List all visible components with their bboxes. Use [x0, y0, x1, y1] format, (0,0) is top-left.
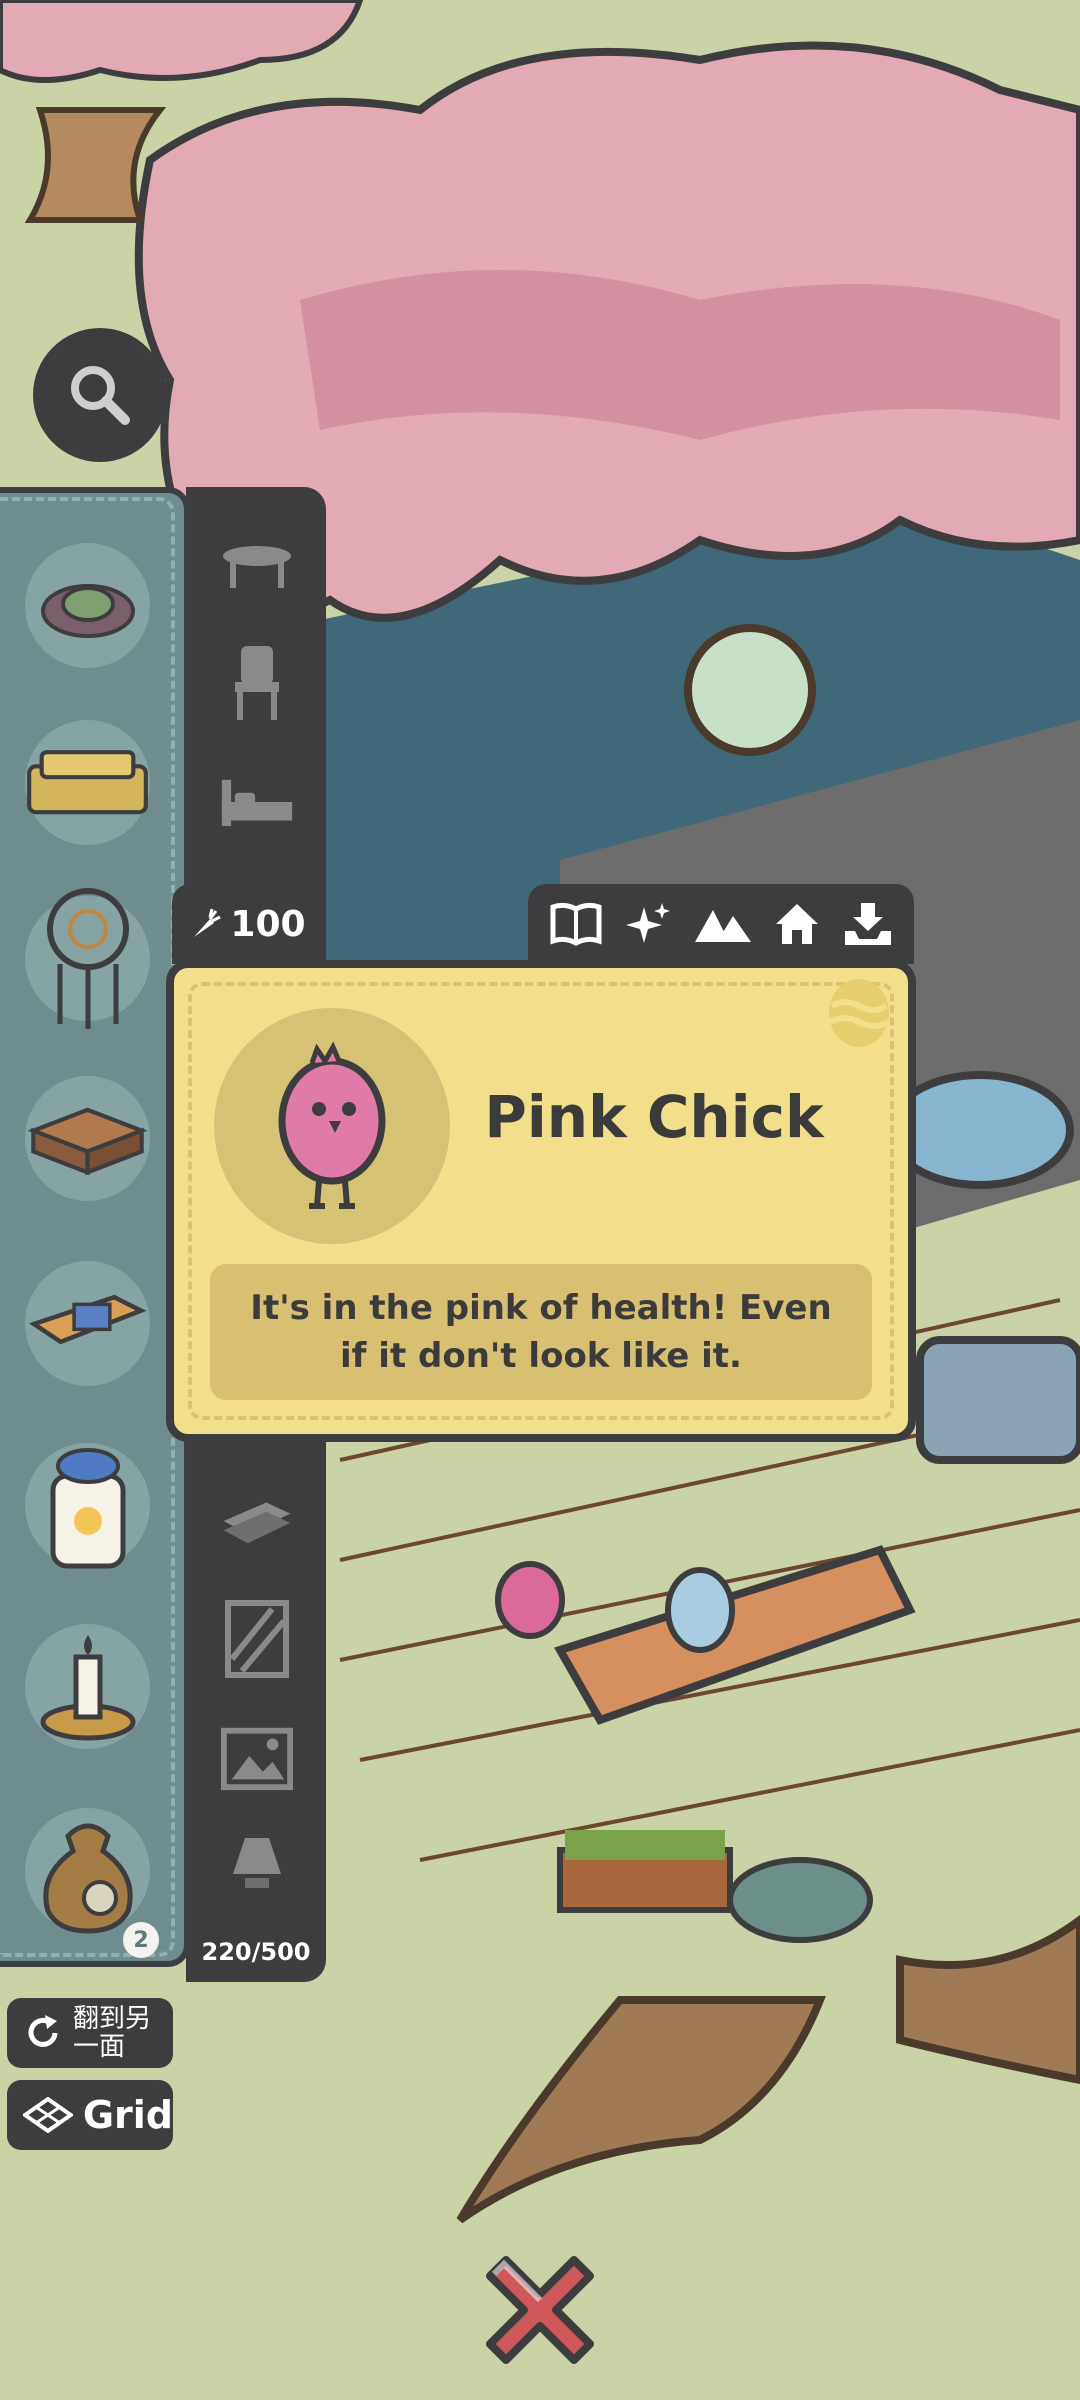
chair-icon	[235, 646, 279, 720]
carrot-icon	[194, 908, 222, 937]
rug-icon	[223, 1502, 291, 1544]
category-wallpaper[interactable]	[220, 1600, 294, 1678]
category-lamp[interactable]	[220, 1832, 294, 1906]
sack-icon	[42, 1823, 133, 1934]
picture-frame-icon	[220, 1727, 294, 1791]
flip-button[interactable]: 翻到另一面	[7, 1998, 173, 2068]
dreamcatcher-icon	[46, 887, 129, 1029]
item-tool-tabs	[528, 884, 914, 964]
price-amount: 100	[230, 903, 306, 945]
candle-holder-icon	[40, 1634, 135, 1740]
close-button[interactable]	[470, 2240, 610, 2380]
sparkle-icon[interactable]	[626, 901, 672, 947]
inventory-item-low-table[interactable]	[25, 1076, 150, 1201]
grid-button[interactable]: Grid	[7, 2080, 173, 2150]
inventory-item-candle-holder[interactable]	[25, 1624, 150, 1749]
item-description: It's in the pink of health! Even if it d…	[210, 1264, 872, 1400]
inventory-capacity: 220/500	[201, 1938, 311, 1966]
low-table-icon	[27, 1107, 148, 1175]
lamp-icon	[233, 1838, 281, 1888]
succulent-icon	[40, 583, 135, 638]
item-info-card: Pink Chick It's in the pink of health! E…	[166, 960, 916, 1442]
magnifier-icon	[71, 366, 130, 425]
mountains-icon[interactable]	[694, 904, 751, 944]
pink-chick-icon	[278, 1041, 386, 1209]
inbox-download-icon[interactable]	[843, 901, 893, 947]
sofa-icon	[27, 749, 148, 814]
category-table[interactable]	[220, 530, 294, 604]
category-chair[interactable]	[220, 645, 294, 720]
book-icon[interactable]	[549, 901, 603, 947]
item-portrait	[214, 1008, 450, 1244]
grid-icon	[23, 2097, 73, 2133]
category-picture[interactable]	[220, 1720, 294, 1794]
bed-icon	[221, 779, 293, 827]
inventory-item-dreamcatcher[interactable]	[25, 887, 150, 1029]
egg-icon	[828, 979, 890, 1047]
category-rug[interactable]	[220, 1484, 294, 1558]
inventory-item-sofa[interactable]	[25, 720, 150, 845]
category-bed[interactable]	[220, 765, 294, 839]
item-count-badge: 2	[123, 1922, 159, 1958]
jar-lamp-icon	[50, 1447, 125, 1568]
item-name: Pink Chick	[484, 1083, 824, 1151]
flip-button-label: 翻到另一面	[73, 2004, 152, 2062]
bench-icon	[28, 1294, 147, 1344]
inventory-item-jar-lamp[interactable]	[25, 1443, 150, 1568]
rotate-icon	[28, 2015, 58, 2047]
wallpaper-icon	[225, 1600, 289, 1678]
house-icon[interactable]	[774, 902, 820, 946]
inventory-item-bench[interactable]	[25, 1261, 150, 1386]
inventory-item-sack[interactable]	[25, 1808, 150, 1934]
search-button[interactable]	[33, 328, 167, 462]
price-tab: 100	[172, 884, 322, 964]
table-icon	[223, 546, 291, 588]
grid-button-label: Grid	[82, 2093, 173, 2137]
close-icon	[486, 2256, 594, 2364]
item-description-text: It's in the pink of health! Even if it d…	[250, 1288, 832, 1376]
inventory-item-succulent[interactable]	[25, 543, 150, 668]
